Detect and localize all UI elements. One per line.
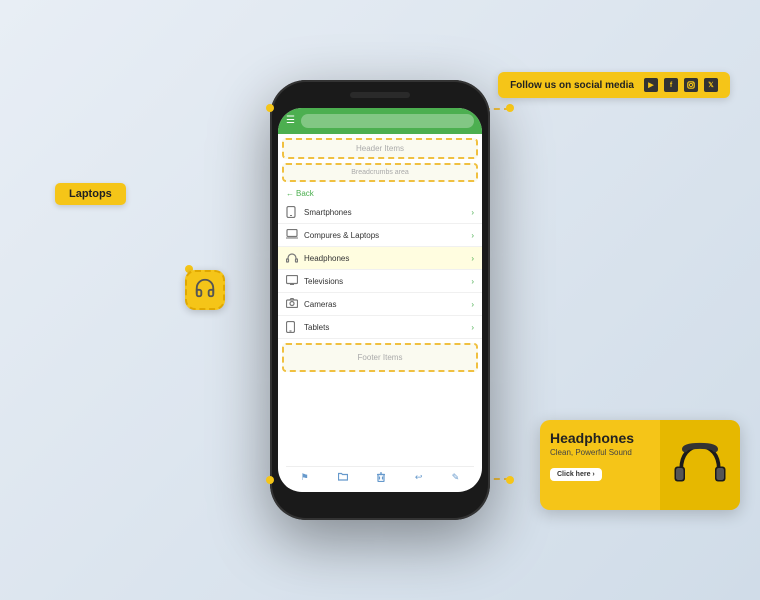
- promo-card-description: Clean, Powerful Sound: [550, 448, 650, 457]
- phone-shell: ☰ Header Items Breadcrumbs area ← Back: [270, 80, 490, 520]
- televisions-chevron: ›: [471, 277, 474, 286]
- back-arrow-icon: ←: [286, 189, 294, 198]
- smartphones-chevron: ›: [471, 208, 474, 217]
- screen-header: ☰: [278, 108, 482, 134]
- hamburger-icon[interactable]: ☰: [286, 116, 295, 126]
- search-bar[interactable]: [301, 114, 474, 128]
- corner-dot-tr: [506, 104, 514, 112]
- headphones-menu-label: Headphones: [304, 254, 465, 263]
- headphones-chevron: ›: [471, 254, 474, 263]
- headphones-menu-icon: [286, 252, 298, 264]
- facebook-icon[interactable]: f: [664, 78, 678, 92]
- tablets-chevron: ›: [471, 323, 474, 332]
- televisions-label: Televisions: [304, 277, 465, 286]
- instagram-icon[interactable]: [684, 78, 698, 92]
- corner-dot-br: [506, 476, 514, 484]
- header-items-area: Header Items: [282, 138, 478, 159]
- back-button[interactable]: ← Back: [278, 186, 482, 201]
- footer-items-area: Footer Items: [282, 343, 478, 372]
- nav-icon-undo[interactable]: ↩: [415, 472, 423, 483]
- menu-item-laptops[interactable]: Compures & Laptops ›: [278, 224, 482, 247]
- youtube-icon[interactable]: ▶: [644, 78, 658, 92]
- twitter-icon[interactable]: 𝕏: [704, 78, 718, 92]
- laptops-chevron: ›: [471, 231, 474, 240]
- menu-item-televisions[interactable]: Televisions ›: [278, 270, 482, 293]
- promo-card-content: Headphones Clean, Powerful Sound Click h…: [540, 420, 660, 510]
- corner-dot-bl: [266, 476, 274, 484]
- corner-dot-tl: [266, 104, 274, 112]
- nav-icon-edit[interactable]: ✎: [452, 472, 460, 483]
- back-label: Back: [296, 189, 314, 198]
- nav-icon-flag[interactable]: ⚑: [301, 472, 309, 483]
- laptops-label: Laptops: [55, 183, 126, 205]
- breadcrumbs-area: Breadcrumbs area: [282, 163, 478, 182]
- smartphones-label: Smartphones: [304, 208, 465, 217]
- promo-card-title: Headphones: [550, 430, 650, 446]
- headphones-badge: [185, 270, 225, 310]
- televisions-icon: [286, 275, 298, 287]
- phone-notch: [350, 92, 410, 98]
- promo-card-image: [660, 420, 740, 510]
- tablets-label: Tablets: [304, 323, 465, 332]
- headphones-badge-icon: [194, 277, 216, 304]
- cameras-chevron: ›: [471, 300, 474, 309]
- bottom-nav: ⚑ ↩ ✎: [286, 466, 474, 488]
- social-media-bar: Follow us on social media ▶ f 𝕏: [498, 72, 730, 98]
- menu-item-smartphones[interactable]: Smartphones ›: [278, 201, 482, 224]
- laptops-icon: [286, 229, 298, 241]
- laptops-menu-label: Compures & Laptops: [304, 231, 465, 240]
- social-icons-group: ▶ f 𝕏: [644, 78, 718, 92]
- promo-card-button[interactable]: Click here ›: [550, 468, 602, 481]
- cameras-label: Cameras: [304, 300, 465, 309]
- tablets-icon: [286, 321, 298, 333]
- nav-icon-folder[interactable]: [338, 472, 348, 483]
- social-bar-text: Follow us on social media: [510, 80, 634, 91]
- menu-list: Smartphones › Compures & Laptops ›: [278, 201, 482, 339]
- promo-card: Headphones Clean, Powerful Sound Click h…: [540, 420, 740, 510]
- menu-item-headphones[interactable]: Headphones ›: [278, 247, 482, 270]
- phone-screen: ☰ Header Items Breadcrumbs area ← Back: [278, 108, 482, 492]
- menu-item-tablets[interactable]: Tablets ›: [278, 316, 482, 339]
- menu-item-cameras[interactable]: Cameras ›: [278, 293, 482, 316]
- nav-icon-trash[interactable]: [377, 472, 385, 484]
- smartphones-icon: [286, 206, 298, 218]
- cameras-icon: [286, 298, 298, 310]
